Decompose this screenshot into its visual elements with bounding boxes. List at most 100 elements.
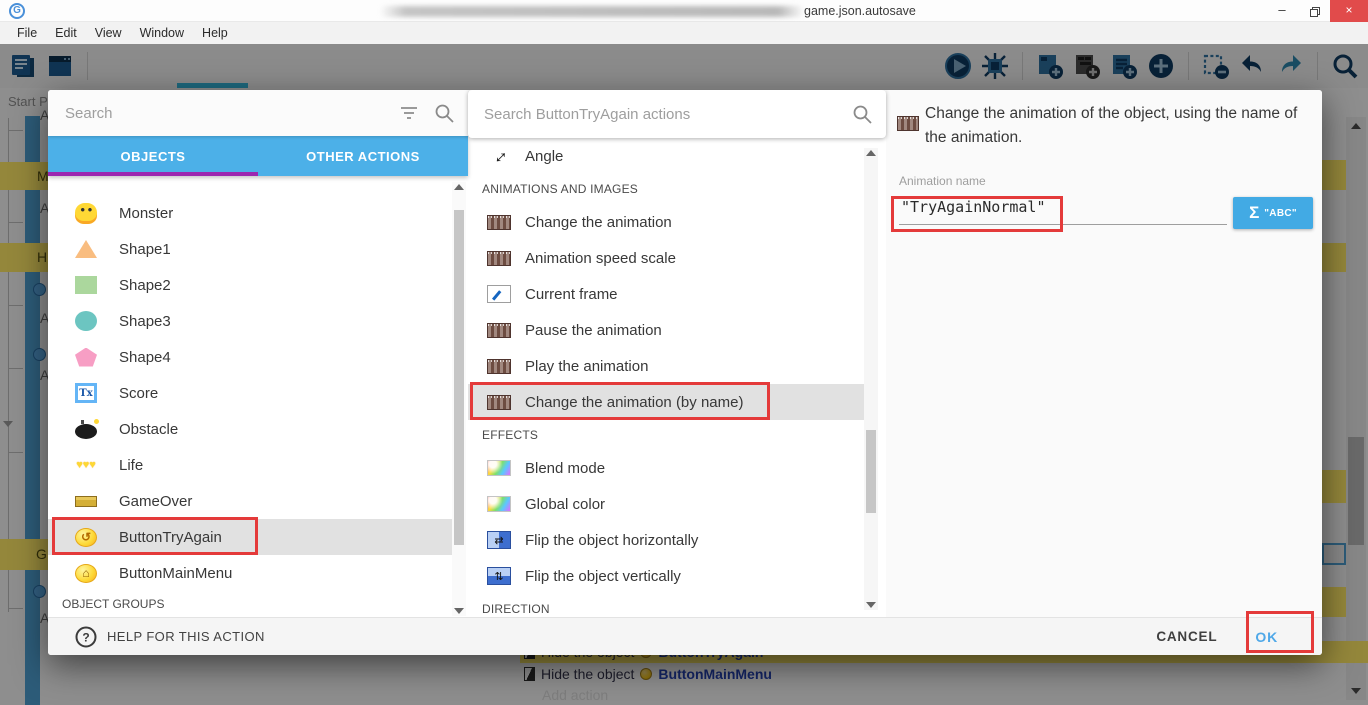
film-icon	[487, 359, 511, 374]
filter-icon[interactable]	[400, 106, 418, 120]
scroll-down-icon[interactable]	[866, 602, 876, 608]
action-row[interactable]: Animation speed scale	[468, 240, 864, 276]
object-list-scrollbar[interactable]	[452, 182, 466, 616]
menu-window[interactable]: Window	[131, 22, 193, 44]
action-row[interactable]: Flip the object vertically	[468, 558, 864, 594]
action-list-scrollbar[interactable]	[864, 148, 878, 610]
object-row[interactable]: Score	[48, 375, 452, 411]
button-home-icon	[75, 564, 97, 583]
scroll-up-icon[interactable]	[454, 184, 464, 190]
minimize-button[interactable]: –	[1266, 0, 1298, 22]
objects-search-input[interactable]	[48, 104, 400, 123]
rainbow-icon	[487, 496, 511, 512]
scroll-down-icon[interactable]	[454, 608, 464, 614]
close-button[interactable]: ×	[1330, 0, 1368, 22]
action-row[interactable]: Play the animation	[468, 348, 864, 384]
circle-icon	[75, 311, 97, 331]
rainbow-icon	[487, 460, 511, 476]
svg-text:?: ?	[82, 630, 89, 644]
help-button[interactable]: ? HELP FOR THIS ACTION	[75, 626, 265, 648]
flip-v-icon	[487, 567, 511, 585]
monster-icon	[75, 203, 97, 224]
search-icon[interactable]	[852, 104, 872, 124]
bomb-icon	[75, 424, 97, 439]
object-list-viewport: Monster Shape1 Shape2 Shape3	[48, 176, 468, 617]
maximize-button[interactable]	[1298, 0, 1330, 22]
annotation-box	[470, 382, 770, 420]
titlebar: G game.json.autosave – ×	[0, 0, 1368, 22]
object-row[interactable]: Shape1	[48, 231, 452, 267]
object-row[interactable]: Life	[48, 447, 452, 483]
panel-tabs: OBJECTS OTHER ACTIONS	[48, 136, 468, 176]
action-list: Angle ANIMATIONS AND IMAGES Change the a…	[468, 138, 886, 617]
action-row[interactable]: Change the animation (by name)	[468, 384, 864, 420]
help-icon: ?	[75, 626, 97, 648]
object-row[interactable]: ButtonTryAgain	[48, 519, 452, 555]
tab-other-actions[interactable]: OTHER ACTIONS	[258, 136, 468, 176]
window-title-blurred	[380, 6, 804, 17]
square-icon	[75, 276, 97, 294]
section-header: DIRECTION	[468, 594, 886, 617]
section-header: EFFECTS	[468, 420, 886, 450]
objects-search-bar	[48, 90, 468, 136]
action-row[interactable]: Global color	[468, 486, 864, 522]
action-editor-dialog: OBJECTS OTHER ACTIONS Monster Shape1	[48, 90, 1322, 655]
action-row[interactable]: Flip the object horizontally	[468, 522, 864, 558]
film-icon	[487, 251, 511, 266]
action-row[interactable]: Blend mode	[468, 450, 864, 486]
action-row[interactable]: Change the animation	[468, 204, 864, 240]
object-row[interactable]: GameOver	[48, 483, 452, 519]
dialog-footer: ? HELP FOR THIS ACTION CANCEL OK	[48, 617, 1322, 655]
object-groups-header: OBJECT GROUPS	[48, 591, 468, 617]
section-header: ANIMATIONS AND IMAGES	[468, 174, 886, 204]
gameover-icon	[75, 496, 97, 507]
scrollbar-thumb[interactable]	[866, 430, 876, 513]
menu-view[interactable]: View	[86, 22, 131, 44]
film-icon	[487, 215, 511, 230]
action-description: Change the animation of the object, usin…	[925, 102, 1322, 150]
expression-editor-button[interactable]: Σ "ABC"	[1233, 197, 1313, 229]
window-controls: – ×	[1266, 0, 1368, 22]
scroll-up-icon[interactable]	[866, 150, 876, 156]
action-list-viewport: Angle ANIMATIONS AND IMAGES Change the a…	[468, 138, 886, 617]
action-row[interactable]: Pause the animation	[468, 312, 864, 348]
triangle-icon	[75, 240, 97, 258]
restore-icon	[1310, 9, 1318, 17]
object-row[interactable]: Shape4	[48, 339, 452, 375]
actions-search-input[interactable]	[468, 105, 852, 124]
actions-search-bar	[468, 90, 886, 138]
action-parameters-panel: Change the animation of the object, usin…	[886, 90, 1322, 617]
annotation-box	[52, 517, 258, 555]
text-icon	[75, 383, 97, 403]
tab-objects[interactable]: OBJECTS	[48, 136, 258, 176]
object-row[interactable]: Obstacle	[48, 411, 452, 447]
gdevelop-logo-icon: G	[9, 3, 25, 19]
object-row[interactable]: Monster	[48, 195, 452, 231]
annotation-box	[891, 196, 1063, 232]
action-row[interactable]: Current frame	[468, 276, 864, 312]
menu-file[interactable]: File	[8, 22, 46, 44]
search-icon[interactable]	[434, 103, 454, 123]
menubar: File Edit View Window Help	[0, 22, 1368, 44]
frame-icon	[487, 285, 511, 303]
object-list: Monster Shape1 Shape2 Shape3	[48, 176, 468, 591]
angle-icon	[487, 145, 511, 167]
object-row[interactable]: ButtonMainMenu	[48, 555, 452, 591]
object-row[interactable]: Shape2	[48, 267, 452, 303]
object-row[interactable]: Shape3	[48, 303, 452, 339]
scrollbar-thumb[interactable]	[454, 210, 464, 545]
animation-name-label: Animation name	[899, 174, 986, 188]
objects-panel: OBJECTS OTHER ACTIONS Monster Shape1	[48, 90, 468, 617]
pentagon-icon	[75, 348, 97, 367]
film-icon	[487, 323, 511, 338]
menu-help[interactable]: Help	[193, 22, 237, 44]
actions-panel: Angle ANIMATIONS AND IMAGES Change the a…	[468, 90, 886, 617]
flip-h-icon	[487, 531, 511, 549]
sigma-icon: Σ	[1249, 203, 1259, 223]
window-title: game.json.autosave	[804, 4, 916, 18]
film-strip-icon	[897, 116, 919, 131]
annotation-box	[1246, 611, 1314, 653]
menu-edit[interactable]: Edit	[46, 22, 86, 44]
action-row[interactable]: Angle	[468, 138, 864, 174]
cancel-button[interactable]: CANCEL	[1150, 628, 1223, 645]
